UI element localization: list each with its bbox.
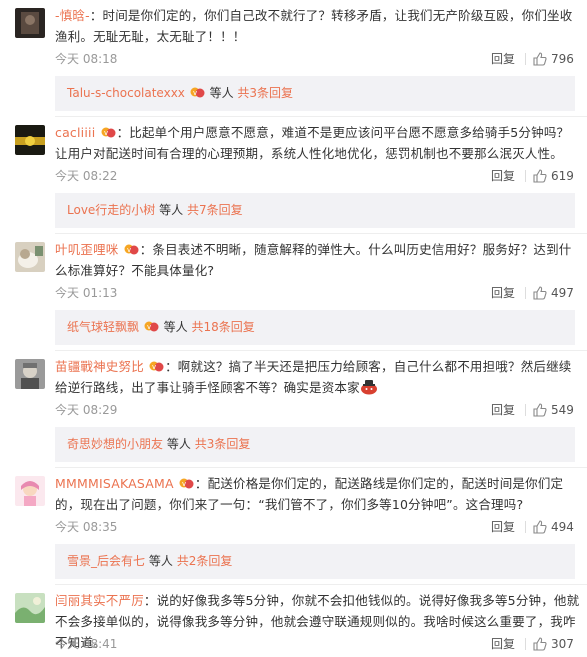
svg-text:v: v: [152, 363, 156, 371]
divider: [55, 584, 587, 585]
sub-reply-user[interactable]: Love行走的小树: [67, 203, 155, 217]
sub-reply-user[interactable]: 奇思妙想的小朋友: [67, 437, 163, 451]
like-count: 796: [551, 52, 574, 66]
vip-badge-icon: v: [179, 478, 194, 489]
svg-text:v: v: [193, 89, 197, 97]
avatar[interactable]: [15, 8, 45, 38]
sub-reply-middle: 等人: [159, 203, 184, 217]
sub-replies[interactable]: Talu-s-chocolatexxx v 等人 共3条回复: [55, 76, 575, 111]
sub-reply-middle: 等人: [166, 437, 191, 451]
divider: [525, 404, 526, 416]
divider: [55, 350, 587, 351]
svg-text:v: v: [147, 323, 151, 331]
comment-text: 苗疆戰神史努比 v ：啊就这？搞了半天还是把压力给顾客，自己什么都不用担哦？然后继…: [55, 356, 580, 398]
comment-meta: 今天 08:35 回复 494: [55, 517, 575, 537]
comment-meta: 今天 08:22 回复 619: [55, 166, 575, 186]
comment-username[interactable]: 闫丽其实不严厉: [55, 593, 144, 608]
divider: [525, 287, 526, 299]
sub-reply-middle: 等人: [163, 320, 188, 334]
comment-time: 今天 08:18: [55, 52, 118, 66]
comment-username[interactable]: -慎晗-: [55, 8, 90, 23]
sub-reply-middle: 等人: [148, 554, 173, 568]
divider: [55, 467, 587, 468]
reply-button[interactable]: 回复: [491, 517, 515, 537]
comment-username[interactable]: 苗疆戰神史努比: [55, 359, 144, 374]
sub-replies[interactable]: 奇思妙想的小朋友 等人 共3条回复: [55, 427, 575, 462]
like-count: 494: [551, 520, 574, 534]
comment-meta: 今天 08:41 回复 307: [55, 634, 575, 654]
thumbs-up-icon: [533, 169, 547, 183]
divider: [525, 521, 526, 533]
thumbs-up-icon: [533, 520, 547, 534]
sub-reply-count[interactable]: 共2条回复: [177, 554, 233, 568]
comment-meta: 今天 08:18 回复 796: [55, 49, 575, 69]
divider: [525, 170, 526, 182]
divider: [55, 233, 587, 234]
like-count: 307: [551, 637, 574, 651]
like-button[interactable]: 497: [533, 283, 574, 303]
avatar[interactable]: [15, 242, 45, 272]
thumbs-up-icon: [533, 403, 547, 417]
reply-button[interactable]: 回复: [491, 166, 515, 186]
comment-meta: 今天 08:29 回复 549: [55, 400, 575, 420]
reply-button[interactable]: 回复: [491, 49, 515, 69]
sub-reply-user[interactable]: Talu-s-chocolatexxx: [67, 86, 185, 100]
vip-badge-icon: v: [101, 127, 116, 138]
comment-username[interactable]: 叶叽歪哩咪: [55, 242, 119, 257]
sub-replies[interactable]: Love行走的小树 等人 共7条回复: [55, 193, 575, 228]
like-count: 497: [551, 286, 574, 300]
avatar[interactable]: [15, 125, 45, 155]
avatar[interactable]: [15, 476, 45, 506]
sub-reply-count[interactable]: 共3条回复: [237, 86, 293, 100]
comment-meta: 今天 01:13 回复 497: [55, 283, 575, 303]
sub-replies[interactable]: 纸气球轻飘飘 v 等人 共18条回复: [55, 310, 575, 345]
comment-time: 今天 08:35: [55, 520, 118, 534]
like-count: 549: [551, 403, 574, 417]
like-count: 619: [551, 169, 574, 183]
like-button[interactable]: 619: [533, 166, 574, 186]
divider: [525, 53, 526, 65]
comment-body: ：比起单个用户愿意不愿意，难道不是更应该问平台愿不愿意多给骑手5分钟吗？让用户对…: [55, 125, 570, 161]
comment-text: cacliiii v ：比起单个用户愿意不愿意，难道不是更应该问平台愿不愿意多给骑…: [55, 122, 580, 164]
thumbs-up-icon: [533, 286, 547, 300]
divider: [525, 638, 526, 650]
comment-time: 今天 08:29: [55, 403, 118, 417]
like-button[interactable]: 494: [533, 517, 574, 537]
sub-reply-user[interactable]: 雪景_后会有七: [67, 554, 145, 568]
like-button[interactable]: 796: [533, 49, 574, 69]
comment-username[interactable]: cacliiii: [55, 125, 95, 140]
comment-time: 今天 08:22: [55, 169, 118, 183]
vip-badge-icon: v: [149, 361, 164, 372]
thumbs-up-icon: [533, 52, 547, 66]
vip-badge-icon: v: [190, 87, 205, 98]
like-button[interactable]: 307: [533, 634, 574, 654]
svg-text:v: v: [182, 480, 186, 488]
avatar[interactable]: [15, 359, 45, 389]
comment-username[interactable]: MMMMISAKASAMA: [55, 476, 174, 491]
comment-text: -慎晗-：时间是你们定的，你们自己改不就行了？转移矛盾，让我们无产阶级互殴，你们…: [55, 5, 580, 47]
reply-button[interactable]: 回复: [491, 634, 515, 654]
divider: [55, 116, 587, 117]
sub-reply-count[interactable]: 共18条回复: [192, 320, 255, 334]
thumbs-up-icon: [533, 637, 547, 651]
like-button[interactable]: 549: [533, 400, 574, 420]
comment-text: MMMMISAKASAMA v ：配送价格是你们定的，配送路线是你们定的，配送时间…: [55, 473, 580, 515]
vip-badge-icon: v: [124, 244, 139, 255]
svg-text:v: v: [104, 129, 108, 137]
reply-button[interactable]: 回复: [491, 283, 515, 303]
sub-reply-count[interactable]: 共7条回复: [187, 203, 243, 217]
svg-text:v: v: [127, 246, 131, 254]
comment-body: ：时间是你们定的，你们自己改不就行了？转移矛盾，让我们无产阶级互殴，你们坐收渔利…: [55, 8, 573, 44]
comment-time: 今天 01:13: [55, 286, 118, 300]
vip-badge-icon: v: [144, 321, 159, 332]
sub-replies[interactable]: 雪景_后会有七 等人 共2条回复: [55, 544, 575, 579]
comment-text: 叶叽歪哩咪 v ：条目表述不明晰，随意解释的弹性大。什么叫历史信用好？服务好？达到…: [55, 239, 580, 281]
avatar[interactable]: [15, 593, 45, 623]
sub-reply-user[interactable]: 纸气球轻飘飘: [67, 320, 139, 334]
comment-time: 今天 08:41: [55, 637, 118, 651]
capitalist-emoji-icon: [360, 380, 377, 395]
reply-button[interactable]: 回复: [491, 400, 515, 420]
sub-reply-middle: 等人: [209, 86, 234, 100]
sub-reply-count[interactable]: 共3条回复: [195, 437, 251, 451]
